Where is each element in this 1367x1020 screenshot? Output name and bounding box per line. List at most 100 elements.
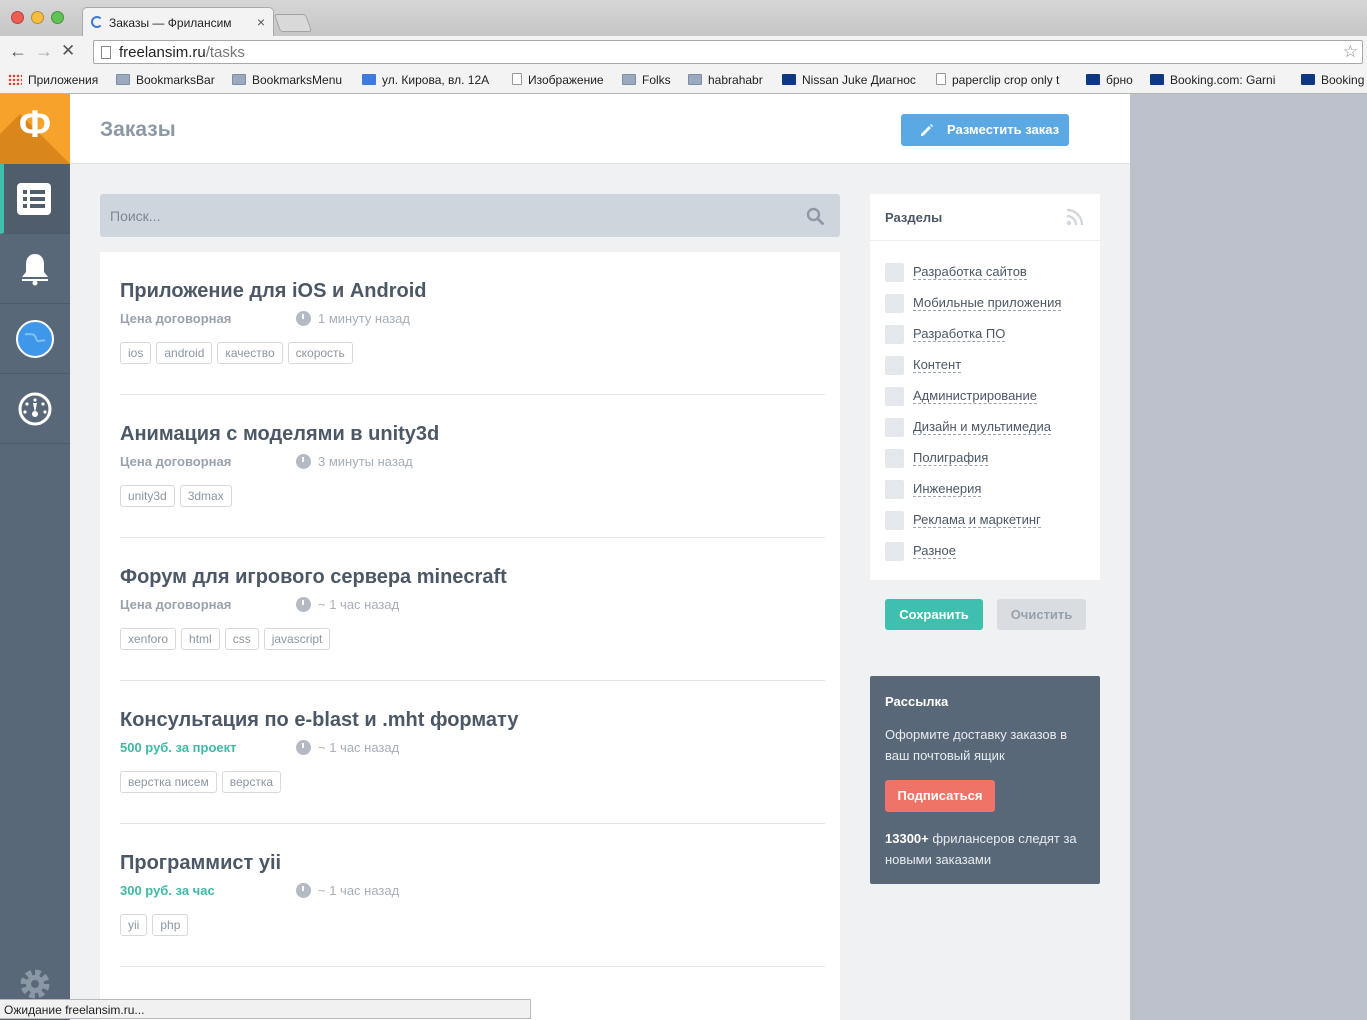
tag[interactable]: ios <box>120 342 152 364</box>
clock-icon <box>296 740 311 755</box>
tag[interactable]: css <box>224 628 259 650</box>
booking-icon <box>1150 74 1164 85</box>
category-checkbox[interactable] <box>885 418 904 437</box>
globe-icon <box>16 320 54 358</box>
bookmark-habrahabr[interactable]: habrahabr <box>688 73 763 87</box>
tag[interactable]: javascript <box>263 628 331 650</box>
tag[interactable]: php <box>152 914 189 936</box>
category-checkbox[interactable] <box>885 542 904 561</box>
category-checkbox[interactable] <box>885 294 904 313</box>
new-tab-button[interactable] <box>273 14 313 32</box>
tag[interactable]: unity3d <box>120 485 175 507</box>
task-title[interactable]: Программист yii <box>120 852 281 875</box>
category-checkbox[interactable] <box>885 356 904 375</box>
tag[interactable]: html <box>181 628 220 650</box>
back-arrow-icon[interactable]: ← <box>9 42 27 60</box>
bookmark-paperclip[interactable]: paperclip crop only t <box>936 73 1070 87</box>
task-price: 500 руб. за проект <box>120 740 237 755</box>
page-icon <box>512 73 522 85</box>
tag[interactable]: верстка <box>221 771 282 793</box>
zoom-window-icon[interactable] <box>51 11 64 24</box>
category-label[interactable]: Инженерия <box>913 481 982 497</box>
clock-icon <box>296 311 311 326</box>
category-checkbox[interactable] <box>885 387 904 406</box>
url-domain: freelansim.ru <box>119 44 206 61</box>
category-label[interactable]: Разное <box>913 543 956 559</box>
bookmark-apps[interactable]: Приложения <box>8 73 98 87</box>
sidebar-item-dashboard[interactable] <box>0 374 70 444</box>
category-label[interactable]: Разработка ПО <box>913 326 1006 342</box>
category-label[interactable]: Мобильные приложения <box>913 295 1062 311</box>
task-title[interactable]: Форум для игрового сервера minecraft <box>120 566 507 589</box>
save-button[interactable]: Сохранить <box>885 599 983 630</box>
bookmark-image[interactable]: Изображение <box>512 73 604 87</box>
category-label[interactable]: Полиграфия <box>913 450 989 466</box>
minimize-window-icon[interactable] <box>31 11 44 24</box>
subscribe-button[interactable]: Подписаться <box>885 780 995 812</box>
category-checkbox[interactable] <box>885 480 904 499</box>
bookmark-bookmarksbar[interactable]: BookmarksBar <box>116 73 215 87</box>
bookmark-booking[interactable]: Booking <box>1301 73 1364 87</box>
task-title[interactable]: Консультация по e-blast и .mht формату <box>120 709 518 732</box>
tag[interactable]: yii <box>120 914 148 936</box>
task-tags: unity3d 3dmax <box>120 485 237 507</box>
category-label[interactable]: Контент <box>913 357 962 373</box>
clock-icon <box>296 883 311 898</box>
tag[interactable]: скорость <box>287 342 353 364</box>
stop-loading-icon[interactable]: ✕ <box>61 42 75 60</box>
tag[interactable]: android <box>156 342 213 364</box>
tag[interactable]: верстка писем <box>120 771 217 793</box>
address-bar[interactable]: freelansim.ru/tasks ☆ <box>93 40 1363 64</box>
sidebar-item-tasks[interactable] <box>0 164 70 234</box>
task-item: Форум для игрового сервера minecraft Цен… <box>120 538 825 681</box>
search-input[interactable] <box>100 194 800 237</box>
category-label[interactable]: Администрирование <box>913 388 1037 404</box>
bookmark-nissan[interactable]: Nissan Juke Диагнос <box>782 73 918 87</box>
close-window-icon[interactable] <box>11 11 24 24</box>
sidebar-nav: Ф <box>0 94 70 1020</box>
task-time: ~ 1 час назад <box>296 740 399 755</box>
bookmark-bookmarksmenu[interactable]: BookmarksMenu <box>232 73 342 87</box>
bookmark-kirova[interactable]: ул. Кирова, вл. 12А <box>362 73 489 87</box>
rss-icon[interactable] <box>1066 208 1084 226</box>
logo-glyph: Ф <box>18 104 52 146</box>
category-checkbox[interactable] <box>885 325 904 344</box>
tag[interactable]: 3dmax <box>179 485 232 507</box>
sections-footer: Сохранить Очистить <box>870 580 1100 646</box>
search-icon[interactable] <box>806 207 824 225</box>
bookmark-star-icon[interactable]: ☆ <box>1343 42 1358 62</box>
task-price: 300 руб. за час <box>120 883 215 898</box>
task-tags: ios android качество скорость <box>120 342 358 364</box>
task-price: Цена договорная <box>120 454 232 469</box>
logo[interactable]: Ф <box>0 94 70 164</box>
gear-icon[interactable] <box>16 965 54 1003</box>
task-title[interactable]: Приложение для iOS и Android <box>120 280 427 303</box>
task-list: Приложение для iOS и Android Цена догово… <box>100 252 840 1020</box>
tag[interactable]: качество <box>217 342 283 364</box>
task-tags: верстка писем верстка <box>120 771 286 793</box>
category-label[interactable]: Разработка сайтов <box>913 264 1027 280</box>
clear-button[interactable]: Очистить <box>997 599 1086 630</box>
tab-close-icon[interactable]: × <box>257 14 265 30</box>
sections-filter: Разделы Разработка сайтов Мобильные прил… <box>870 194 1100 646</box>
category-checkbox[interactable] <box>885 449 904 468</box>
sidebar-item-notifications[interactable] <box>0 234 70 304</box>
bookmark-booking-garni[interactable]: Booking.com: Garni <box>1150 73 1282 87</box>
sidebar-item-freelancers[interactable] <box>0 304 70 374</box>
tag[interactable]: xenforo <box>120 628 177 650</box>
sections-title: Разделы <box>885 210 943 225</box>
apps-grid-icon <box>8 74 22 85</box>
site-icon <box>782 74 796 85</box>
task-title[interactable]: Анимация с моделями в unity3d <box>120 423 439 446</box>
category-checkbox[interactable] <box>885 263 904 282</box>
forward-arrow-icon[interactable]: → <box>35 42 53 60</box>
category-label[interactable]: Реклама и маркетинг <box>913 512 1041 528</box>
post-task-button[interactable]: Разместить заказ <box>901 114 1069 146</box>
browser-tab[interactable]: Заказы — Фрилансим × <box>82 7 274 36</box>
bookmark-brno[interactable]: брно <box>1086 73 1133 87</box>
category-label[interactable]: Дизайн и мультимедиа <box>913 419 1051 435</box>
main-content: Заказы Разместить заказ Приложение для i… <box>70 94 1130 1020</box>
bookmark-folks[interactable]: Folks <box>622 73 671 87</box>
task-item: Приложение для iOS и Android Цена догово… <box>120 252 825 395</box>
category-checkbox[interactable] <box>885 511 904 530</box>
